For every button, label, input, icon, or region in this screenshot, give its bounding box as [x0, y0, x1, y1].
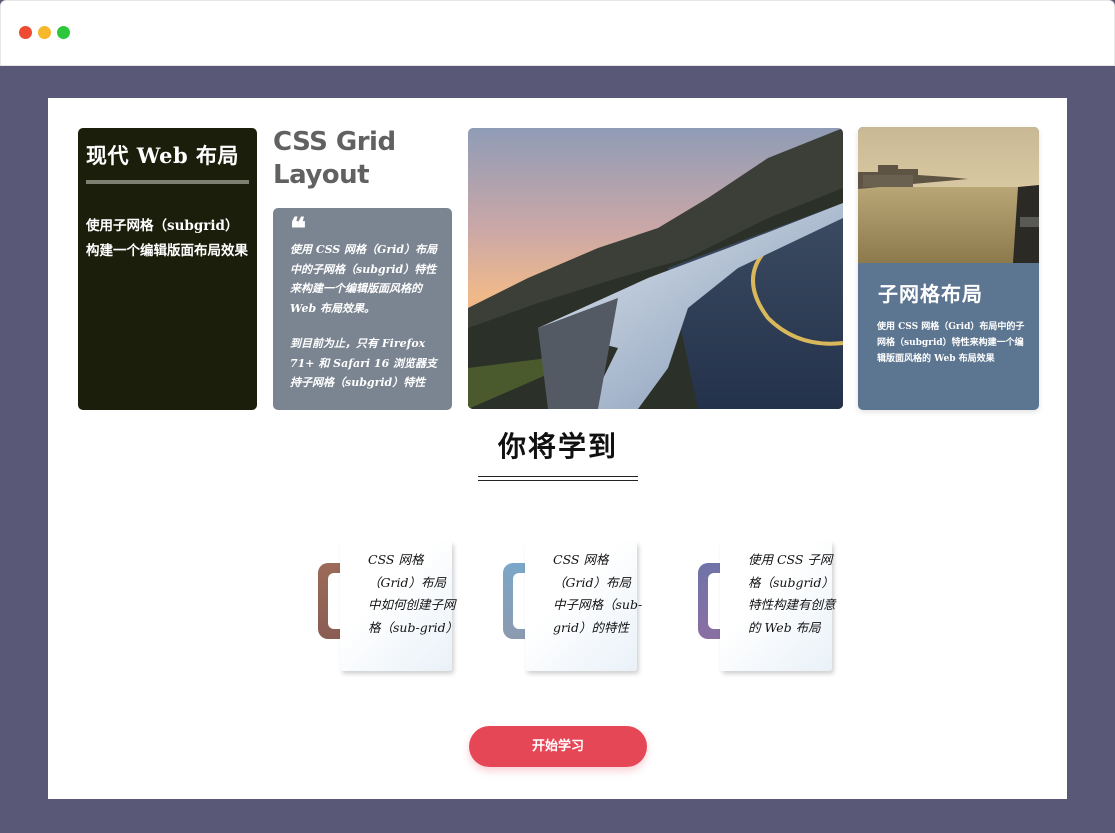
quote-paragraph-1: 使用 CSS 网格（Grid）布局中的子网格（subgrid）特性来构建一个编辑… — [290, 243, 438, 315]
feature-text: CSS 网格（Grid）布局中子网格（sub-grid）的特性 — [553, 552, 643, 635]
grid-layout-heading: CSS Grid Layout — [273, 127, 396, 190]
feature-text: 使用 CSS 子网格（subgrid）特性构建有创意的 Web 布局 — [748, 552, 836, 635]
quote-icon: ❝ — [290, 212, 307, 247]
subgrid-card: 子网格布局 使用 CSS 网格（Grid）布局中的子网格（subgrid）特性来… — [858, 127, 1039, 410]
intro-card-text: 使用子网格（subgrid）构建一个编辑版面布局效果 — [86, 218, 248, 259]
feature-card: CSS 网格（Grid）布局中如何创建子网格（sub-grid） — [340, 541, 458, 671]
quote-card: ❝ 使用 CSS 网格（Grid）布局中的子网格（subgrid）特性来构建一个… — [273, 208, 452, 410]
intro-card: 现代 Web 布局 使用子网格（subgrid）构建一个编辑版面布局效果 — [78, 128, 257, 410]
feature-card: CSS 网格（Grid）布局中子网格（sub-grid）的特性 — [525, 541, 642, 671]
close-window-button[interactable] — [19, 26, 32, 39]
start-learning-button[interactable]: 开始学习 — [469, 726, 647, 767]
page-canvas: 现代 Web 布局 使用子网格（subgrid）构建一个编辑版面布局效果 CSS… — [48, 98, 1067, 799]
subgrid-card-text: 使用 CSS 网格（Grid）布局中的子网格（subgrid）特性来构建一个编辑… — [877, 322, 1025, 364]
learn-section-title: 你将学到 — [497, 430, 618, 463]
road-photo-image — [468, 128, 843, 409]
feature-item: CSS 网格（Grid）布局中如何创建子网格（sub-grid） — [318, 541, 458, 671]
feature-item: CSS 网格（Grid）布局中子网格（sub-grid）的特性 — [503, 541, 642, 671]
intro-card-title: 现代 Web 布局 — [86, 142, 249, 184]
feature-item: 使用 CSS 子网格（subgrid）特性构建有创意的 Web 布局 — [698, 541, 836, 671]
feature-card: 使用 CSS 子网格（subgrid）特性构建有创意的 Web 布局 — [720, 541, 836, 671]
feature-text: CSS 网格（Grid）布局中如何创建子网格（sub-grid） — [368, 552, 459, 635]
road-photo — [468, 128, 843, 409]
window-titlebar — [0, 0, 1115, 66]
learn-title-divider — [478, 476, 638, 481]
subgrid-card-title: 子网格布局 — [878, 282, 983, 306]
maximize-window-button[interactable] — [57, 26, 70, 39]
minimize-window-button[interactable] — [38, 26, 51, 39]
quote-paragraph-2: 到目前为止，只有 Firefox 71+ 和 Safari 16 浏览器支持子网… — [290, 337, 438, 389]
harbor-photo — [858, 127, 1039, 263]
